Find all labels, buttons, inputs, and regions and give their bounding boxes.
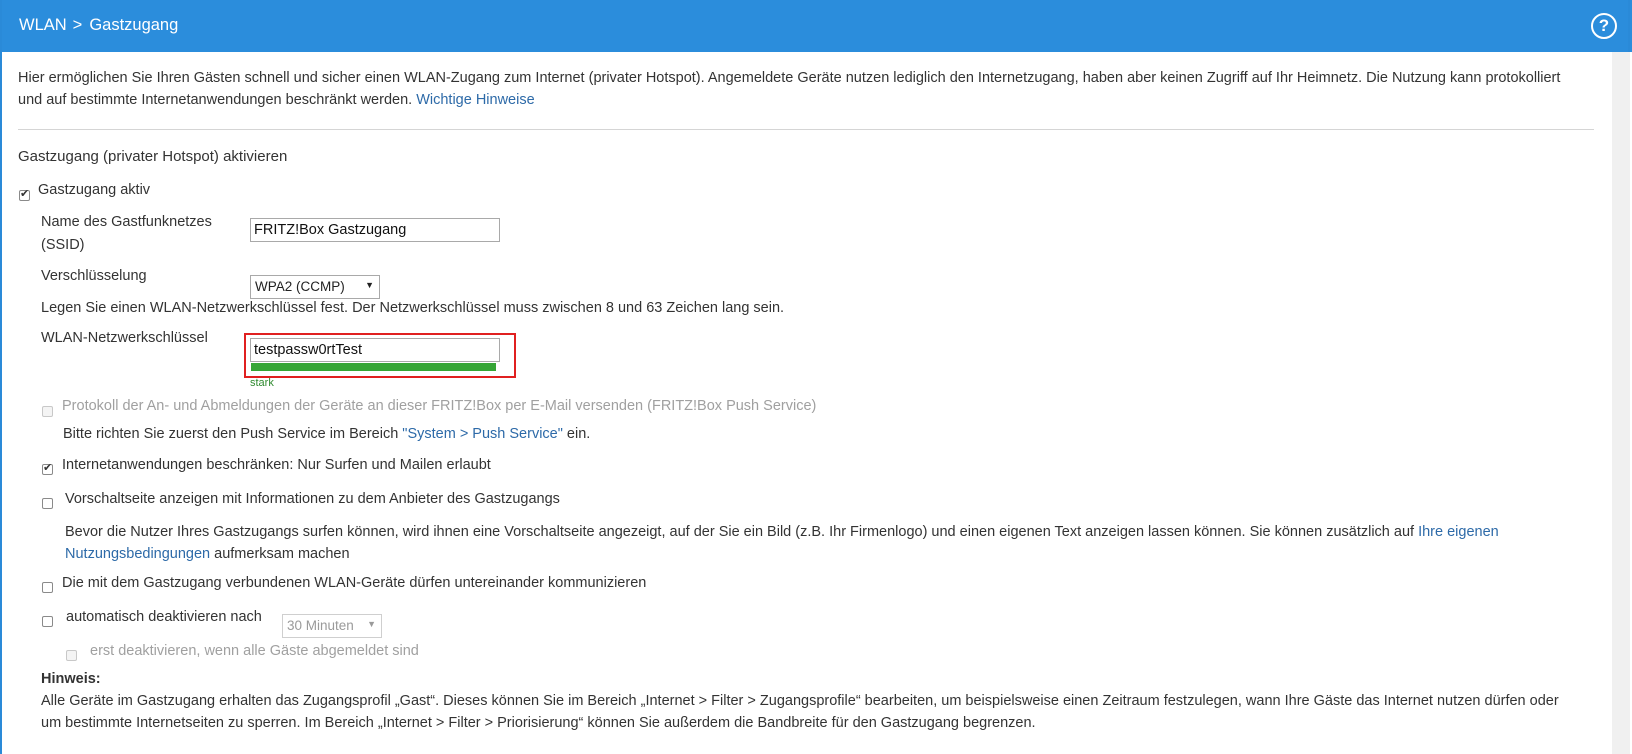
caret-down-icon: ▼ <box>365 280 374 290</box>
communicate-label: Die mit dem Gastzugang verbundenen WLAN-… <box>62 575 647 591</box>
splash-desc-line-2: Nutzungsbedingungen aufmerksam machen <box>65 546 350 562</box>
password-strength-bar <box>251 363 496 371</box>
guest-access-checkbox[interactable] <box>19 187 30 201</box>
auto-deactivate-checkbox[interactable] <box>42 616 53 627</box>
restrict-apps-checkbox[interactable] <box>42 461 53 475</box>
auto-deactivate-label: automatisch deaktivieren nach <box>66 609 262 625</box>
password-strength-label: stark <box>250 377 274 389</box>
push-service-link[interactable]: "System > Push Service" <box>402 426 563 442</box>
intro-line-2: und auf bestimmte Internetanwendungen be… <box>18 92 535 108</box>
encryption-value: WPA2 (CCMP) <box>255 279 345 294</box>
push-hint-end: ein. <box>562 426 591 442</box>
splash-desc-end: aufmerksam machen <box>210 546 350 562</box>
communicate-checkbox[interactable] <box>42 582 53 593</box>
scrollbar[interactable] <box>1612 52 1630 754</box>
terms-link-part1[interactable]: Ihre eigenen <box>1418 524 1499 540</box>
wait-guests-checkbox[interactable] <box>66 650 77 661</box>
note-title: Hinweis: <box>41 671 101 687</box>
ssid-input[interactable] <box>250 218 500 242</box>
wait-guests-label: erst deaktivieren, wenn alle Gäste abgem… <box>90 643 419 659</box>
splash-desc-text: Bevor die Nutzer Ihres Gastzugangs surfe… <box>65 524 1415 540</box>
intro-line-1: Hier ermöglichen Sie Ihren Gästen schnel… <box>18 70 1561 86</box>
guest-access-label: Gastzugang aktiv <box>38 182 151 198</box>
splash-desc-line-1: Bevor die Nutzer Ihres Gastzugangs surfe… <box>65 524 1499 540</box>
note-line-2: um bestimmte Internetseiten zu sperren. … <box>41 715 1036 731</box>
splash-page-checkbox[interactable] <box>42 498 53 509</box>
encryption-select[interactable]: WPA2 (CCMP) ▼ <box>250 275 380 299</box>
caret-down-icon: ▼ <box>367 619 376 629</box>
auto-deactivate-value: 30 Minuten <box>287 618 354 633</box>
section-title: Gastzugang (privater Hotspot) aktivieren <box>18 148 288 165</box>
key-hint: Legen Sie einen WLAN-Netzwerkschlüssel f… <box>41 300 785 316</box>
terms-link-part2[interactable]: Nutzungsbedingungen <box>65 546 210 562</box>
splash-page-label: Vorschaltseite anzeigen mit Informatione… <box>65 491 560 507</box>
key-label: WLAN-Netzwerkschlüssel <box>41 330 208 346</box>
push-hint-text: Bitte richten Sie zuerst den Push Servic… <box>63 426 403 442</box>
ssid-label-2: (SSID) <box>41 237 85 253</box>
restrict-apps-label: Internetanwendungen beschränken: Nur Sur… <box>62 457 491 473</box>
divider <box>18 129 1594 130</box>
push-service-label: Protokoll der An- und Abmeldungen der Ge… <box>62 398 817 414</box>
important-notes-link[interactable]: Wichtige Hinweise <box>416 92 534 108</box>
ssid-label: Name des Gastfunknetzes <box>41 214 212 230</box>
intro-text: und auf bestimmte Internetanwendungen be… <box>18 92 413 108</box>
auto-deactivate-select[interactable]: 30 Minuten ▼ <box>282 614 382 638</box>
wlan-key-input[interactable] <box>250 338 500 362</box>
push-service-hint: Bitte richten Sie zuerst den Push Servic… <box>63 426 590 442</box>
encryption-label: Verschlüsselung <box>41 268 147 284</box>
push-service-checkbox[interactable] <box>42 406 53 417</box>
note-line-1: Alle Geräte im Gastzugang erhalten das Z… <box>41 693 1559 709</box>
